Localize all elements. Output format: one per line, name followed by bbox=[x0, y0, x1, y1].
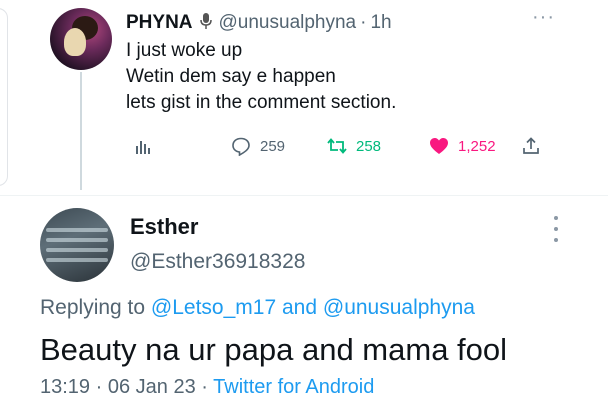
divider bbox=[0, 195, 608, 196]
retweet-icon bbox=[326, 135, 348, 157]
mention-link[interactable]: @Letso_m17 bbox=[151, 296, 276, 319]
reply-handle[interactable]: @Esther36918328 bbox=[130, 250, 305, 274]
adjacent-card-edge bbox=[0, 8, 8, 186]
microphone-icon bbox=[199, 12, 213, 35]
share-icon bbox=[520, 135, 542, 157]
replying-to: Replying to @Letso_m17 and @unusualphyna bbox=[40, 296, 475, 320]
parent-tweet-text: I just woke up Wetin dem say e happen le… bbox=[126, 38, 396, 116]
replying-conjunction: and bbox=[281, 296, 318, 319]
heart-icon bbox=[428, 135, 450, 157]
share-button[interactable] bbox=[520, 134, 550, 158]
reply-count: 259 bbox=[260, 137, 286, 155]
reply-time[interactable]: 13:19 bbox=[40, 376, 90, 398]
more-options-icon[interactable] bbox=[552, 216, 560, 242]
reply-icon bbox=[230, 135, 252, 157]
tweet-line: lets gist in the comment section. bbox=[126, 92, 397, 113]
separator-dot: · bbox=[201, 376, 208, 398]
parent-timestamp[interactable]: 1h bbox=[370, 12, 391, 34]
parent-display-name[interactable]: PHYNA bbox=[126, 12, 193, 34]
tweet-line: I just woke up bbox=[126, 40, 243, 61]
analytics-button[interactable] bbox=[132, 134, 162, 158]
parent-header: PHYNA @unusualphyna · 1h bbox=[126, 10, 392, 36]
mention-link[interactable]: @unusualphyna bbox=[323, 296, 475, 319]
thread-line bbox=[80, 72, 82, 190]
tweet-source-link[interactable]: Twitter for Android bbox=[213, 376, 374, 398]
separator-dot: · bbox=[95, 376, 103, 398]
reply-tweet-text: Beauty na ur papa and mama fool bbox=[40, 332, 508, 367]
parent-avatar[interactable] bbox=[50, 8, 112, 70]
analytics-icon bbox=[132, 135, 154, 157]
separator-dot: · bbox=[360, 12, 367, 33]
more-options-icon[interactable]: ··· bbox=[532, 6, 555, 29]
reply-display-name[interactable]: Esther bbox=[130, 214, 198, 240]
replying-prefix: Replying to bbox=[40, 296, 146, 319]
reply-date[interactable]: 06 Jan 23 bbox=[108, 376, 196, 398]
reply-avatar[interactable] bbox=[40, 208, 114, 282]
retweet-button[interactable]: 258 bbox=[326, 134, 381, 158]
like-button[interactable]: 1,252 bbox=[428, 134, 496, 158]
like-count: 1,252 bbox=[458, 137, 496, 155]
tweet-line: Wetin dem say e happen bbox=[126, 66, 336, 87]
retweet-count: 258 bbox=[356, 137, 382, 155]
parent-handle[interactable]: @unusualphyna bbox=[219, 12, 357, 34]
reply-metadata: 13:19 · 06 Jan 23 · Twitter for Android bbox=[40, 376, 374, 399]
reply-button[interactable]: 259 bbox=[230, 134, 285, 158]
tweet-actions: 259 258 1,252 bbox=[126, 134, 556, 158]
